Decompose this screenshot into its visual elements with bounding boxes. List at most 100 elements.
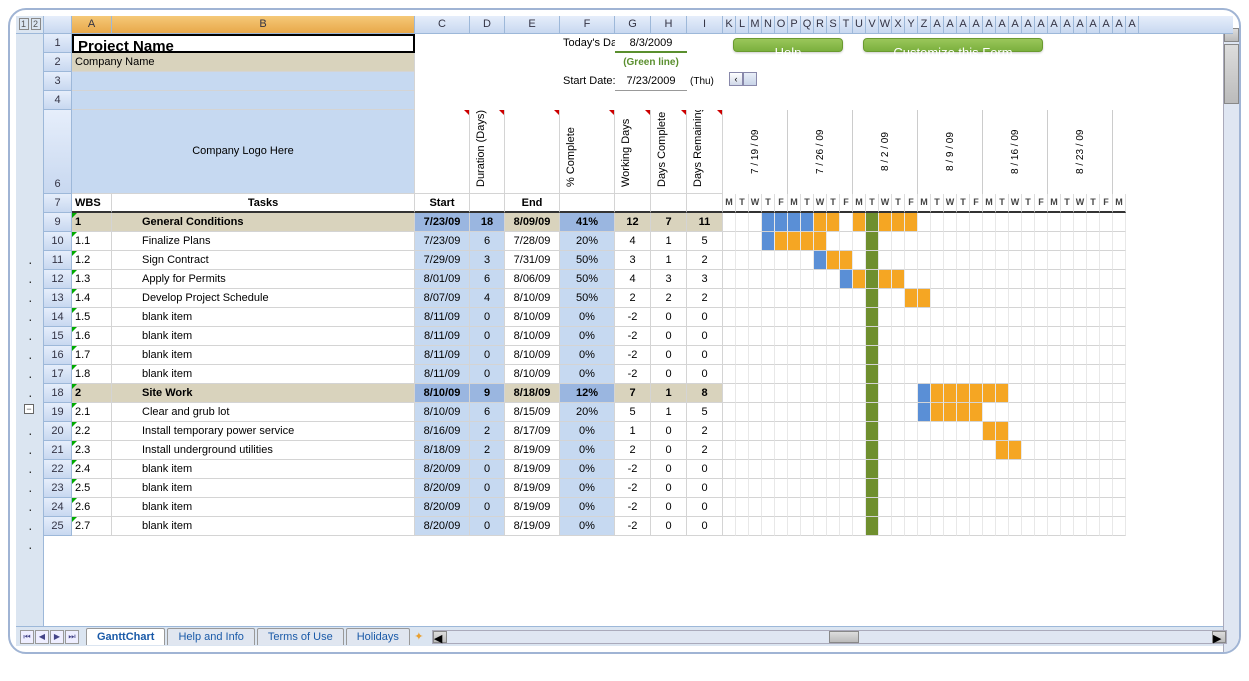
cell-pct[interactable]: 0% — [560, 460, 615, 479]
cell-start[interactable]: 8/20/09 — [415, 479, 470, 498]
cell-working-days[interactable]: 2 — [615, 441, 651, 460]
scroll-left-icon[interactable]: ◀ — [433, 631, 447, 643]
cell-end[interactable]: 8/18/09 — [505, 384, 560, 403]
cell-working-days[interactable]: 12 — [615, 213, 651, 232]
col-header-K[interactable]: K — [723, 16, 736, 33]
cell-wbs[interactable]: 1.5 — [72, 308, 112, 327]
cell-days-remaining[interactable]: 0 — [687, 498, 723, 517]
row-header-17[interactable]: 17 — [44, 365, 72, 384]
cell-pct[interactable]: 0% — [560, 479, 615, 498]
col-header-A[interactable]: A — [970, 16, 983, 33]
col-header-Q[interactable]: Q — [801, 16, 814, 33]
cell-days-remaining[interactable]: 2 — [687, 289, 723, 308]
cell-task[interactable]: Apply for Permits — [112, 270, 415, 289]
cell-days-remaining[interactable]: 0 — [687, 308, 723, 327]
cell-blank[interactable] — [505, 110, 560, 194]
cell-end[interactable]: 8/10/09 — [505, 289, 560, 308]
cell-working-days[interactable]: 1 — [615, 422, 651, 441]
cell-duration[interactable]: 0 — [470, 479, 505, 498]
col-header-Z[interactable]: Z — [918, 16, 931, 33]
cell-wbs[interactable]: 1.4 — [72, 289, 112, 308]
col-header-A[interactable]: A — [1126, 16, 1139, 33]
logo-placeholder[interactable]: Company Logo Here — [72, 110, 415, 194]
tab-ganttchart[interactable]: GanttChart — [86, 628, 165, 645]
cell-working-days[interactable]: 7 — [615, 384, 651, 403]
row-header-22[interactable]: 22 — [44, 460, 72, 479]
table-row[interactable]: 192.1Clear and grub lot8/10/0968/15/0920… — [44, 403, 1233, 422]
cell-wbs[interactable]: 2.4 — [72, 460, 112, 479]
cell-duration[interactable]: 0 — [470, 460, 505, 479]
cell-task[interactable]: blank item — [112, 517, 415, 536]
cell-days-complete[interactable]: 1 — [651, 384, 687, 403]
cell-working-days[interactable]: -2 — [615, 460, 651, 479]
cell-wbs[interactable]: 1.1 — [72, 232, 112, 251]
cell-days-complete[interactable]: 0 — [651, 441, 687, 460]
horizontal-scrollbar[interactable]: ◀ ▶ — [432, 630, 1227, 644]
cell-blank[interactable] — [72, 72, 415, 91]
table-row[interactable]: 111.2Sign Contract7/29/0937/31/0950%312 — [44, 251, 1233, 270]
table-row[interactable]: 242.6blank item8/20/0908/19/090%-200 — [44, 498, 1233, 517]
col-header-A[interactable]: A — [944, 16, 957, 33]
cell-days-remaining[interactable]: 0 — [687, 517, 723, 536]
col-header-W[interactable]: W — [879, 16, 892, 33]
col-header-A[interactable]: A — [957, 16, 970, 33]
col-header-A[interactable]: A — [1022, 16, 1035, 33]
cell-blank[interactable] — [72, 91, 415, 110]
cell-start[interactable]: 8/10/09 — [415, 384, 470, 403]
row-header-20[interactable]: 20 — [44, 422, 72, 441]
cell-days-remaining[interactable]: 8 — [687, 384, 723, 403]
cell-days-complete[interactable]: 7 — [651, 213, 687, 232]
cell-pct[interactable]: 0% — [560, 441, 615, 460]
cell-task[interactable]: Develop Project Schedule — [112, 289, 415, 308]
row-header-2[interactable]: 2 — [44, 53, 72, 72]
col-header-T[interactable]: T — [840, 16, 853, 33]
cell-task[interactable]: blank item — [112, 498, 415, 517]
cell-days-complete[interactable]: 0 — [651, 498, 687, 517]
row-header-11[interactable]: 11 — [44, 251, 72, 270]
cell-pct[interactable]: 20% — [560, 232, 615, 251]
cell-duration[interactable]: 6 — [470, 403, 505, 422]
table-row[interactable]: 182Site Work8/10/0998/18/0912%718 — [44, 384, 1233, 403]
cell-start[interactable]: 8/07/09 — [415, 289, 470, 308]
tab-last-icon[interactable]: ⏭ — [65, 630, 79, 644]
cell-start[interactable]: 7/23/09 — [415, 213, 470, 232]
cell-days-remaining[interactable]: 0 — [687, 460, 723, 479]
cell-wbs[interactable]: 2.2 — [72, 422, 112, 441]
cell-start[interactable]: 8/18/09 — [415, 441, 470, 460]
cell-end[interactable]: 8/19/09 — [505, 441, 560, 460]
cell-task[interactable]: General Conditions — [112, 213, 415, 232]
scroll-right-icon[interactable]: ▶ — [1212, 631, 1226, 643]
tab-prev-icon[interactable]: ◀ — [35, 630, 49, 644]
cell-end[interactable]: 8/19/09 — [505, 460, 560, 479]
col-header-A[interactable]: A — [1061, 16, 1074, 33]
cell-wbs[interactable]: 2.6 — [72, 498, 112, 517]
col-header-R[interactable]: R — [814, 16, 827, 33]
row-header-1[interactable]: 1 — [44, 34, 72, 53]
cell-end[interactable]: 8/19/09 — [505, 479, 560, 498]
cell-project-name[interactable]: Project Name — [72, 34, 415, 53]
cell-pct[interactable]: 12% — [560, 384, 615, 403]
row-header-14[interactable]: 14 — [44, 308, 72, 327]
col-header-I[interactable]: I — [687, 16, 723, 33]
gantt-scroll-left[interactable]: ‹ — [729, 72, 743, 86]
col-header-B[interactable]: B — [112, 16, 415, 33]
tab-first-icon[interactable]: ⏮ — [20, 630, 34, 644]
cell-working-days[interactable]: -2 — [615, 327, 651, 346]
cell-working-days[interactable]: -2 — [615, 498, 651, 517]
row-header-6[interactable]: 6 — [44, 110, 72, 194]
col-header-E[interactable]: E — [505, 16, 560, 33]
cell-duration[interactable]: 0 — [470, 327, 505, 346]
row-header-3[interactable]: 3 — [44, 72, 72, 91]
cell-working-days[interactable]: -2 — [615, 308, 651, 327]
cell-working-days[interactable]: 2 — [615, 289, 651, 308]
table-row[interactable]: 212.3Install underground utilities8/18/0… — [44, 441, 1233, 460]
row-header-24[interactable]: 24 — [44, 498, 72, 517]
cell-wbs[interactable]: 2.1 — [72, 403, 112, 422]
row-header-23[interactable]: 23 — [44, 479, 72, 498]
cell-days-remaining[interactable]: 5 — [687, 403, 723, 422]
cell-start[interactable]: 8/10/09 — [415, 403, 470, 422]
table-row[interactable]: 151.6blank item8/11/0908/10/090%-200 — [44, 327, 1233, 346]
cell-pct[interactable]: 50% — [560, 251, 615, 270]
cell-pct[interactable]: 0% — [560, 498, 615, 517]
cell-working-days[interactable]: -2 — [615, 517, 651, 536]
